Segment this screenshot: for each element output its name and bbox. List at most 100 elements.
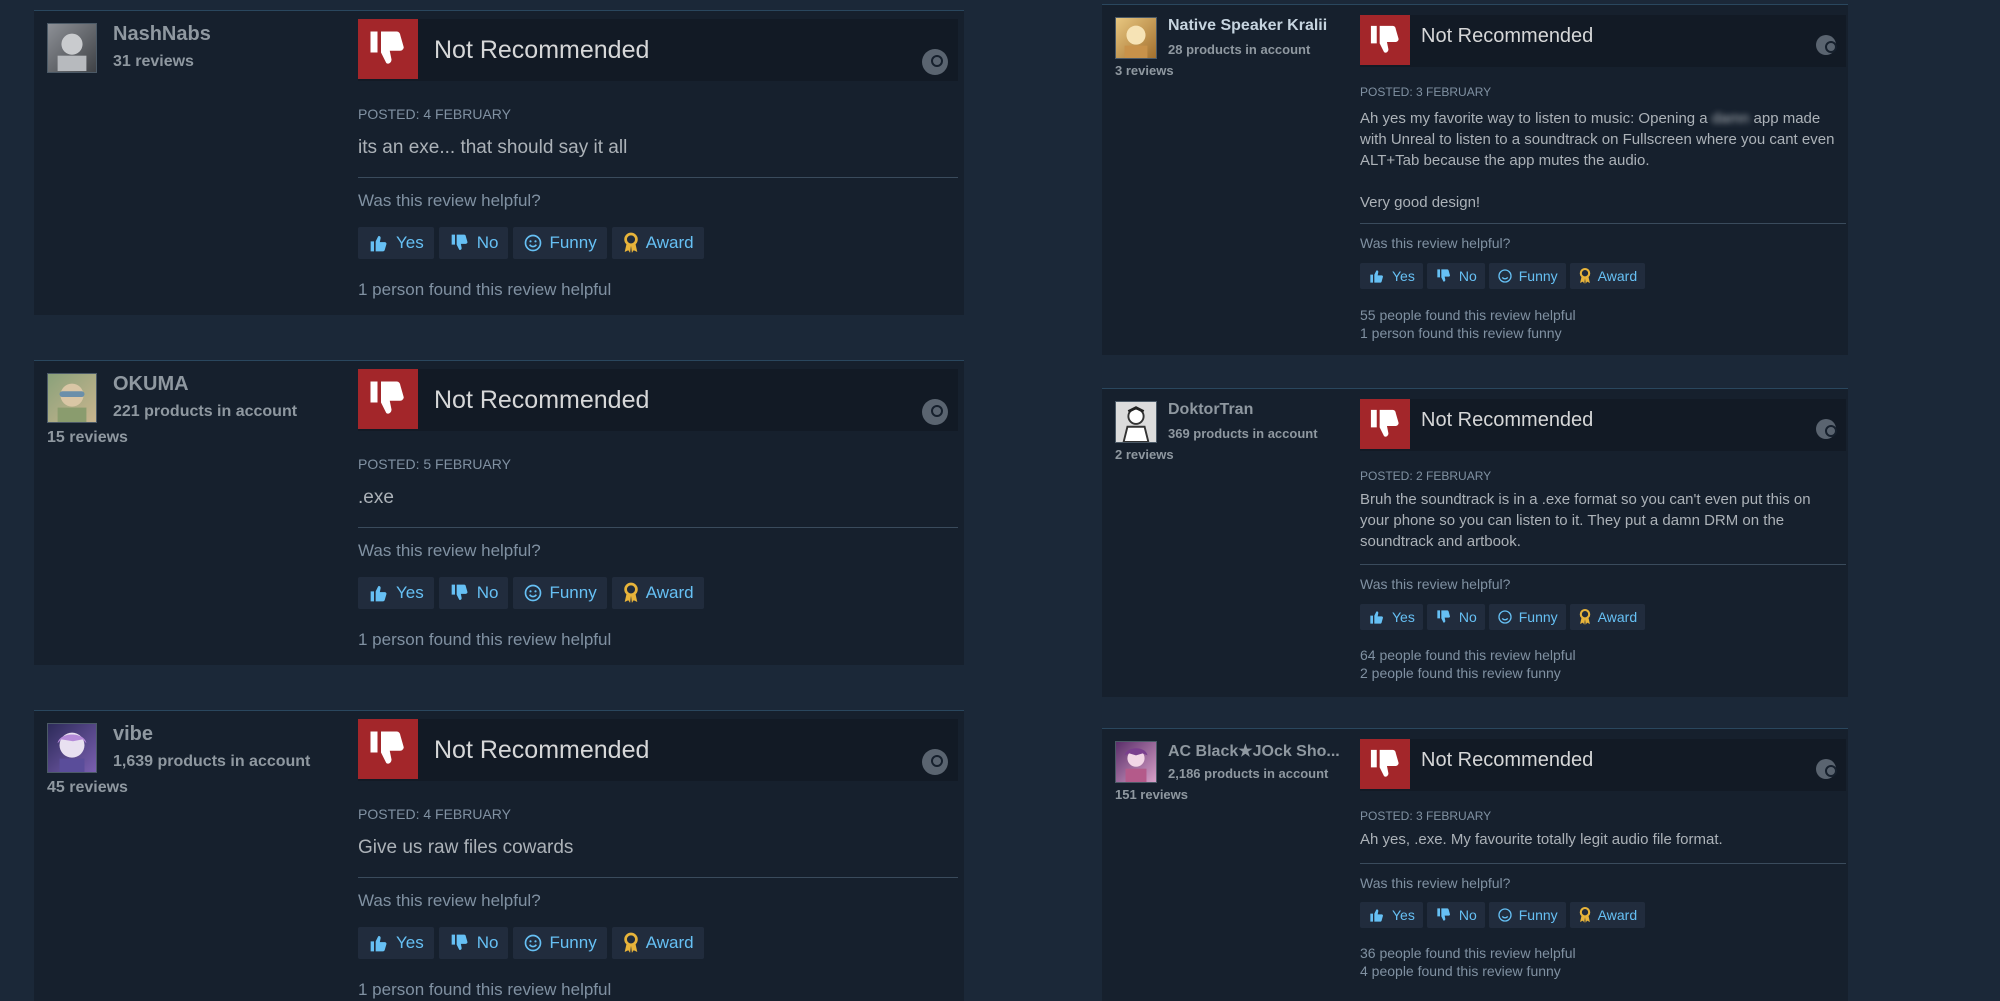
funny-button[interactable]: Funny [1488,604,1566,630]
yes-button[interactable]: Yes [358,577,434,609]
no-button[interactable]: No [438,577,509,609]
avatar[interactable] [1115,401,1157,443]
edit-icon[interactable] [1816,35,1837,55]
thumbs-down-icon [451,584,468,600]
vote-buttons: Yes No Funny Award [358,577,704,609]
yes-button[interactable]: Yes [1360,263,1423,289]
award-button[interactable]: Award [611,927,704,959]
funny-button[interactable]: Funny [513,227,607,259]
products-count: 1,639 products in account [113,753,311,770]
helpful-question: Was this review helpful? [358,891,541,910]
smile-icon [525,584,542,602]
award-button[interactable]: Award [1569,902,1646,928]
funny-label: Funny [1518,609,1558,625]
thumbs-down-icon [451,234,468,250]
yes-label: Yes [396,583,424,602]
divider [358,877,958,878]
thumbs-up-icon [370,236,387,252]
steam-icon [922,399,948,425]
persona-name[interactable]: Native Speaker Kralii [1168,17,1327,35]
verdict-header[interactable]: Not Recommended [358,369,958,431]
no-button[interactable]: No [438,927,509,959]
divider [358,177,958,178]
verdict-title: Not Recommended [1421,25,1594,47]
thumbs-down-icon [358,719,418,779]
helpful-count: 1 person found this review helpful [358,980,612,999]
award-icon [623,232,638,253]
avatar[interactable] [47,723,97,773]
yes-button[interactable]: Yes [358,927,434,959]
avatar[interactable] [47,373,97,423]
reviews-count: 31 reviews [113,53,194,70]
thumbs-up-icon [370,586,387,602]
thumbs-down-icon [1437,269,1450,282]
products-count: 221 products in account [113,403,298,420]
award-icon [623,582,638,603]
persona-name[interactable]: vibe [113,723,153,746]
posted-date: Posted: 5 February [358,456,512,472]
verdict-header[interactable]: Not Recommended [1360,15,1846,67]
funny-button[interactable]: Funny [513,927,607,959]
award-button[interactable]: Award [611,227,704,259]
verdict-title: Not Recommended [434,386,650,414]
review-content-start: Ah yes my favorite way to listen to musi… [1360,110,1712,127]
review-content: Bruh the soundtrack is in a .exe format … [1360,491,1811,550]
no-button[interactable]: No [1426,263,1485,289]
review-card: Native Speaker Kralii 28 products in acc… [1102,4,1848,355]
yes-button[interactable]: Yes [1360,604,1423,630]
funny-count: 2 people found this review funny [1360,665,1561,681]
smile-icon [1498,610,1512,624]
persona-name[interactable]: OKUMA [113,373,189,396]
no-label: No [476,583,499,602]
no-label: No [476,233,499,252]
reviews-count: 2 reviews [1115,447,1174,462]
avatar[interactable] [1115,17,1157,59]
helpful-count: 64 people found this review helpful [1360,647,1576,663]
award-button[interactable]: Award [1569,604,1646,630]
verdict-header[interactable]: Not Recommended [358,19,958,81]
award-label: Award [1597,268,1638,284]
verdict-header[interactable]: Not Recommended [358,719,958,781]
funny-button[interactable]: Funny [1488,263,1566,289]
yes-button[interactable]: Yes [1360,902,1423,928]
award-icon [623,932,638,953]
verdict-header[interactable]: Not Recommended [1360,739,1846,791]
persona-name[interactable]: AC Black★JOck Sho... [1168,741,1340,761]
persona-name[interactable]: DoktorTran [1168,401,1253,419]
funny-count: 1 person found this review funny [1360,325,1562,341]
divider [358,527,958,528]
no-button[interactable]: No [438,227,509,259]
funny-label: Funny [549,583,597,602]
yes-label: Yes [396,233,424,252]
yes-button[interactable]: Yes [358,227,434,259]
no-button[interactable]: No [1426,902,1485,928]
funny-count: 4 people found this review funny [1360,963,1561,979]
no-label: No [1458,609,1477,625]
posted-date: Posted: 4 February [358,106,512,122]
funny-label: Funny [549,933,597,952]
censored-word: damn [1711,110,1750,127]
funny-button[interactable]: Funny [1488,902,1566,928]
reviews-count: 151 reviews [1115,787,1189,802]
avatar[interactable] [1115,741,1157,783]
verdict-header[interactable]: Not Recommended [1360,399,1846,451]
funny-button[interactable]: Funny [513,577,607,609]
award-button[interactable]: Award [611,577,704,609]
avatar[interactable] [47,23,97,73]
award-button[interactable]: Award [1569,263,1646,289]
review-card: DoktorTran 369 products in account 2 rev… [1102,388,1848,697]
no-button[interactable]: No [1426,604,1485,630]
yes-label: Yes [1392,609,1415,625]
thumbs-up-icon [370,936,387,952]
vote-buttons: Yes No Funny Award [1360,902,1646,928]
posted-date: Posted: 2 February [1360,469,1492,483]
helpful-count: 1 person found this review helpful [358,630,612,649]
helpful-question: Was this review helpful? [1360,576,1511,592]
award-label: Award [645,233,694,252]
smile-icon [525,234,542,252]
persona-name[interactable]: NashNabs [113,23,211,46]
funny-label: Funny [549,233,597,252]
reviews-count: 45 reviews [47,779,128,796]
verdict-title: Not Recommended [1421,749,1594,771]
funny-label: Funny [1518,268,1558,284]
